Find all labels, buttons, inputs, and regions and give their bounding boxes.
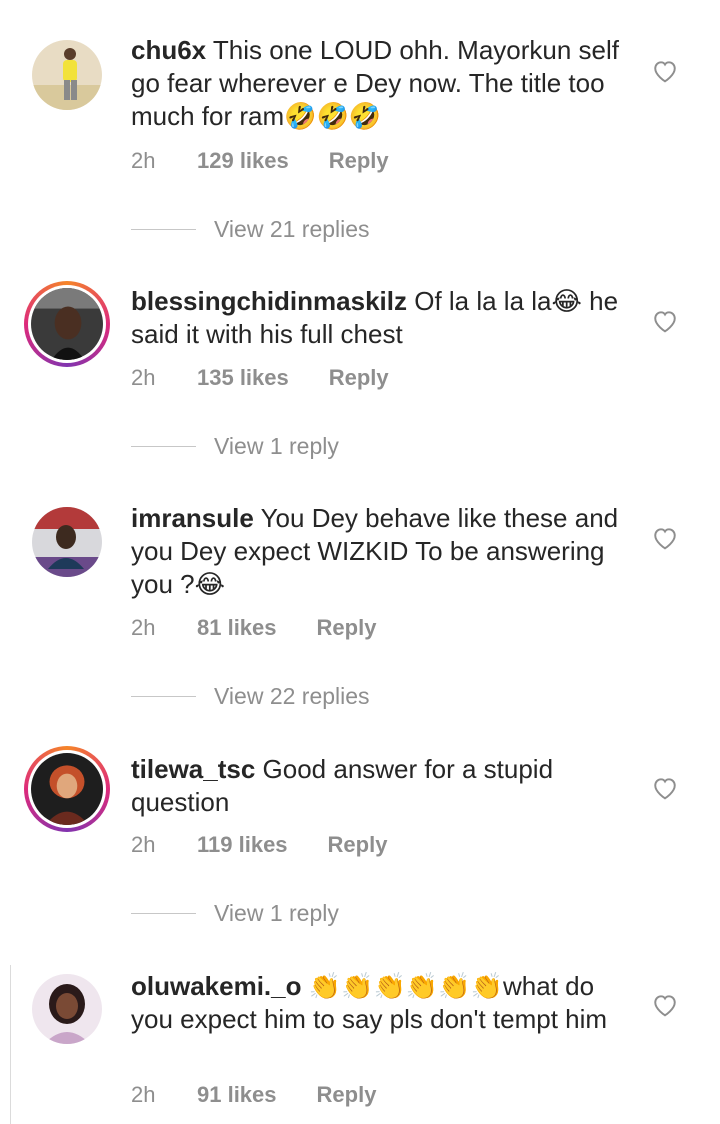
comment-text: oluwakemi._o 👏👏👏👏👏👏what do you expect hi…	[131, 970, 641, 1036]
comment-likes[interactable]: 81 likes	[197, 615, 277, 641]
comment-username[interactable]: imransule	[131, 503, 254, 533]
comment-username[interactable]: oluwakemi._o	[131, 971, 302, 1001]
comment-likes[interactable]: 91 likes	[197, 1082, 277, 1108]
heart-outline-icon[interactable]	[652, 309, 678, 333]
replies-divider	[131, 229, 196, 230]
replies-divider	[131, 913, 196, 914]
avatar[interactable]	[24, 281, 110, 367]
view-replies-button[interactable]: View 21 replies	[131, 216, 370, 243]
avatar[interactable]	[24, 746, 110, 832]
view-replies-label: View 22 replies	[214, 683, 370, 709]
comment-likes[interactable]: 135 likes	[197, 365, 289, 391]
reply-button[interactable]: Reply	[329, 148, 389, 174]
comment-text: blessingchidinmaskilz Of la la la la😂 he…	[131, 285, 641, 351]
comment-meta: 2h 135 likes Reply	[131, 365, 389, 391]
view-replies-button[interactable]: View 1 reply	[131, 433, 339, 460]
comment-likes[interactable]: 119 likes	[197, 832, 288, 858]
avatar[interactable]	[24, 32, 110, 118]
view-replies-label: View 1 reply	[214, 433, 339, 459]
comment-username[interactable]: blessingchidinmaskilz	[131, 286, 407, 316]
comment-meta: 2h 91 likes Reply	[131, 1082, 376, 1108]
view-replies-button[interactable]: View 1 reply	[131, 900, 339, 927]
comment-username[interactable]: tilewa_tsc	[131, 754, 255, 784]
heart-outline-icon[interactable]	[652, 993, 678, 1017]
reply-button[interactable]: Reply	[329, 365, 389, 391]
comment-time: 2h	[131, 1082, 156, 1107]
comment-likes[interactable]: 129 likes	[197, 148, 289, 174]
comment-meta: 2h 81 likes Reply	[131, 615, 376, 641]
avatar[interactable]	[24, 499, 110, 585]
comment-time: 2h	[131, 832, 156, 857]
reply-button[interactable]: Reply	[317, 615, 377, 641]
avatar[interactable]	[24, 966, 110, 1052]
view-replies-label: View 21 replies	[214, 216, 370, 242]
comment-meta: 2h 119 likes Reply	[131, 832, 387, 858]
heart-outline-icon[interactable]	[652, 776, 678, 800]
comment-text: chu6x This one LOUD ohh. Mayorkun self g…	[131, 34, 641, 133]
comment-time: 2h	[131, 615, 156, 640]
comment-text: tilewa_tsc Good answer for a stupid ques…	[131, 753, 641, 819]
heart-outline-icon[interactable]	[652, 59, 678, 83]
view-replies-button[interactable]: View 22 replies	[131, 683, 370, 710]
replies-divider	[131, 696, 196, 697]
comment-username[interactable]: chu6x	[131, 35, 206, 65]
view-replies-label: View 1 reply	[214, 900, 339, 926]
replies-divider	[131, 446, 196, 447]
reply-button[interactable]: Reply	[328, 832, 388, 858]
comment-time: 2h	[131, 148, 156, 173]
comment-text: imransule You Dey behave like these and …	[131, 502, 641, 601]
scroll-edge-line	[10, 965, 11, 1124]
comment-meta: 2h 129 likes Reply	[131, 148, 389, 174]
reply-button[interactable]: Reply	[317, 1082, 377, 1108]
comment-time: 2h	[131, 365, 156, 390]
heart-outline-icon[interactable]	[652, 526, 678, 550]
